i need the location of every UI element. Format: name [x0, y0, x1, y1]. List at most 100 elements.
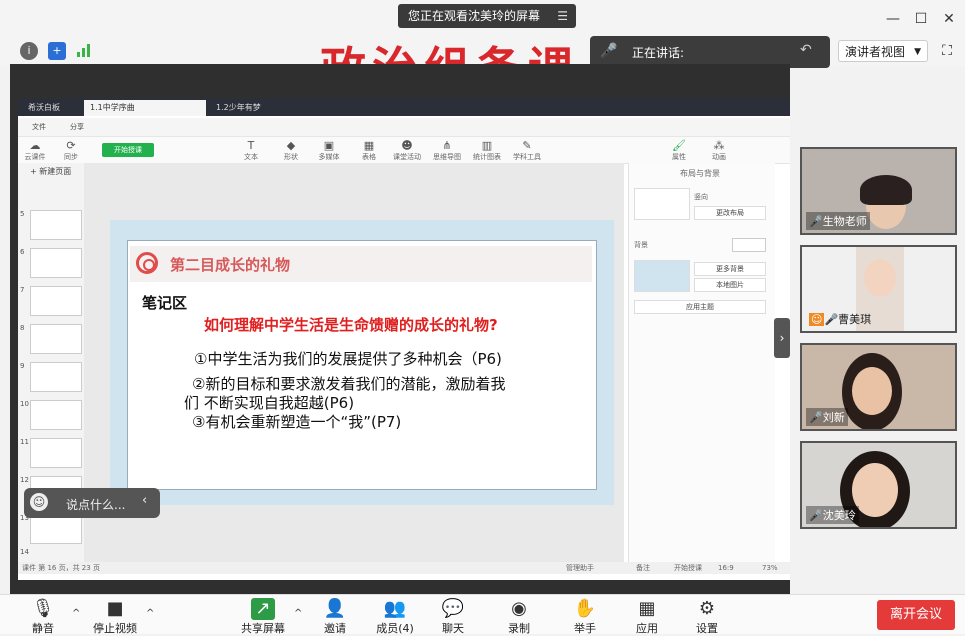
ribbon-label: 多媒体 — [318, 153, 340, 161]
minimize-icon[interactable]: — — [884, 10, 902, 28]
ribbon-shape[interactable]: ◆ 形状 — [274, 140, 308, 162]
maximize-icon[interactable]: ☐ — [912, 10, 930, 28]
brush-icon: 🖌 — [672, 139, 686, 152]
slide-thumb[interactable] — [30, 362, 82, 392]
ribbon-media[interactable]: ▣ 多媒体 — [312, 140, 346, 162]
status-helper[interactable]: 管理助手 — [566, 562, 594, 574]
background-preview[interactable] — [634, 260, 690, 292]
cloud-button[interactable]: ☁ 云课件 — [18, 140, 52, 162]
change-layout-button[interactable]: 更改布局 — [694, 206, 766, 220]
share-screen-button[interactable]: ↗ 共享屏幕 — [238, 598, 288, 636]
mute-options-caret[interactable]: ^ — [72, 608, 80, 619]
participant-tile[interactable]: 🎤生物老师 — [800, 147, 957, 235]
ribbon-animation[interactable]: ⁂ 动画 — [702, 140, 736, 162]
new-page-label: 新建页面 — [39, 167, 72, 176]
list-icon[interactable]: ☰ — [557, 4, 568, 28]
close-icon[interactable]: ✕ — [940, 10, 958, 28]
status-start[interactable]: 开始授课 — [674, 562, 702, 574]
tab-easinote[interactable]: 希沃白板 — [22, 100, 66, 116]
layout-preview[interactable] — [634, 188, 690, 220]
raise-hand-button[interactable]: ✋ 举手 — [560, 598, 610, 636]
slide-thumb[interactable] — [30, 400, 82, 430]
shape-icon: ◆ — [286, 139, 296, 152]
raise-hand-label: 举手 — [574, 622, 596, 635]
ribbon-table[interactable]: ▦ 表格 — [352, 140, 386, 162]
participant-name: ☺ 🎤曹美琪 — [809, 313, 872, 326]
apps-button[interactable]: ▦ 应用 — [622, 598, 672, 636]
start-teaching-button[interactable]: 开始授课 — [102, 143, 154, 157]
record-label: 录制 — [508, 622, 530, 635]
chat-button[interactable]: 💬 聊天 — [428, 598, 478, 636]
chevron-down-icon: ▼ — [914, 47, 921, 57]
tools-icon: ✎ — [522, 139, 532, 152]
slide-thumb[interactable] — [30, 514, 82, 544]
invite-button[interactable]: 👤 邀请 — [310, 598, 360, 636]
slide-point: ③有机会重新塑造一个“我”(P7) — [192, 413, 402, 431]
status-notes[interactable]: 备注 — [636, 562, 650, 574]
more-backgrounds-button[interactable]: 更多背景 — [694, 262, 766, 276]
page-count: 课件 第 16 页，共 23 页 — [22, 564, 100, 572]
menu-bar — [18, 118, 790, 137]
slide-question: 如何理解中学生活是生命馈赠的成长的礼物? — [204, 316, 498, 334]
members-button[interactable]: 👥 成员(4) — [370, 598, 420, 636]
participant-tile[interactable]: ☺ 🎤曹美琪 — [800, 245, 957, 333]
participant-tile[interactable]: 🎤沈美玲 — [800, 441, 957, 529]
menu-file[interactable]: 文件 — [32, 122, 46, 132]
ribbon-label: 课堂活动 — [393, 153, 421, 161]
participant-name: 🎤生物老师 — [806, 212, 870, 230]
signal-icon[interactable] — [76, 42, 92, 58]
ribbon-chart[interactable]: ▥ 统计图表 — [470, 140, 504, 162]
participant-tile[interactable]: 🎤刘新 — [800, 343, 957, 431]
emoji-icon[interactable]: ☺ — [30, 493, 48, 511]
info-icon[interactable]: i — [20, 42, 38, 60]
back-icon[interactable]: ↶ — [800, 42, 812, 58]
tab-label: 1.1中学序曲 — [90, 103, 135, 112]
slide-thumb[interactable] — [30, 286, 82, 316]
slide-thumb[interactable] — [30, 438, 82, 468]
ribbon-activity[interactable]: ☻ 课堂活动 — [390, 140, 424, 162]
members-icon: 👥 — [383, 598, 407, 619]
thumb-number: 5 — [20, 210, 25, 218]
mute-label: 静音 — [32, 622, 54, 635]
local-image-button[interactable]: 本地图片 — [694, 278, 766, 292]
share-options-caret[interactable]: ^ — [294, 608, 302, 619]
menu-share[interactable]: 分享 — [70, 122, 84, 132]
sync-button[interactable]: ⟳ 同步 — [54, 140, 88, 162]
thumb-number: 6 — [20, 248, 25, 256]
animation-icon: ⁂ — [713, 139, 725, 152]
members-label: 成员(4) — [376, 622, 414, 635]
ribbon-text[interactable]: T 文本 — [234, 140, 268, 162]
status-zoom[interactable]: 73% — [762, 562, 778, 574]
ribbon-mindmap[interactable]: ⋔ 思维导图 — [430, 140, 464, 162]
collapse-panel-button[interactable]: › — [774, 318, 790, 358]
ribbon-properties[interactable]: 🖌 属性 — [662, 140, 696, 162]
settings-button[interactable]: ⚙ 设置 — [682, 598, 732, 636]
mute-button[interactable]: 🎙 静音 — [18, 598, 68, 636]
participant-name-text: 曹美琪 — [838, 313, 872, 326]
slide-thumb[interactable] — [30, 324, 82, 354]
record-button[interactable]: ◉ 录制 — [494, 598, 544, 636]
participant-name-text: 刘新 — [822, 411, 845, 424]
status-ratio[interactable]: 16:9 — [718, 562, 734, 574]
slide-thumb[interactable] — [30, 210, 82, 240]
slide-thumb[interactable] — [30, 248, 82, 278]
apply-theme-button[interactable]: 应用主题 — [634, 300, 766, 314]
background-color-select[interactable] — [732, 238, 766, 252]
chevron-left-icon[interactable]: ‹ — [142, 493, 147, 508]
chat-input-bubble[interactable]: ☺ 说点什么... ‹ — [24, 488, 160, 518]
mindmap-icon: ⋔ — [442, 139, 452, 152]
shield-icon[interactable]: + — [48, 42, 66, 60]
share-screen-label: 共享屏幕 — [241, 622, 285, 635]
tab-lesson-2[interactable]: 1.2少年有梦 — [210, 100, 302, 116]
ribbon-subject-tools[interactable]: ✎ 学科工具 — [510, 140, 544, 162]
video-options-caret[interactable]: ^ — [146, 608, 154, 619]
tab-lesson-1[interactable]: 1.1中学序曲 — [84, 100, 206, 116]
ribbon-label: 文本 — [244, 153, 258, 161]
stop-video-button[interactable]: ■ 停止视频 — [90, 598, 140, 636]
fullscreen-icon[interactable]: ⛶ — [936, 40, 958, 62]
cloud-icon: ☁ — [29, 139, 41, 152]
presenter-view-select[interactable]: 演讲者视图 ▼ — [838, 40, 928, 62]
leave-meeting-button[interactable]: 离开会议 — [877, 600, 955, 630]
background-label: 背景 — [634, 241, 648, 249]
new-page-button[interactable]: + 新建页面 — [30, 166, 71, 177]
